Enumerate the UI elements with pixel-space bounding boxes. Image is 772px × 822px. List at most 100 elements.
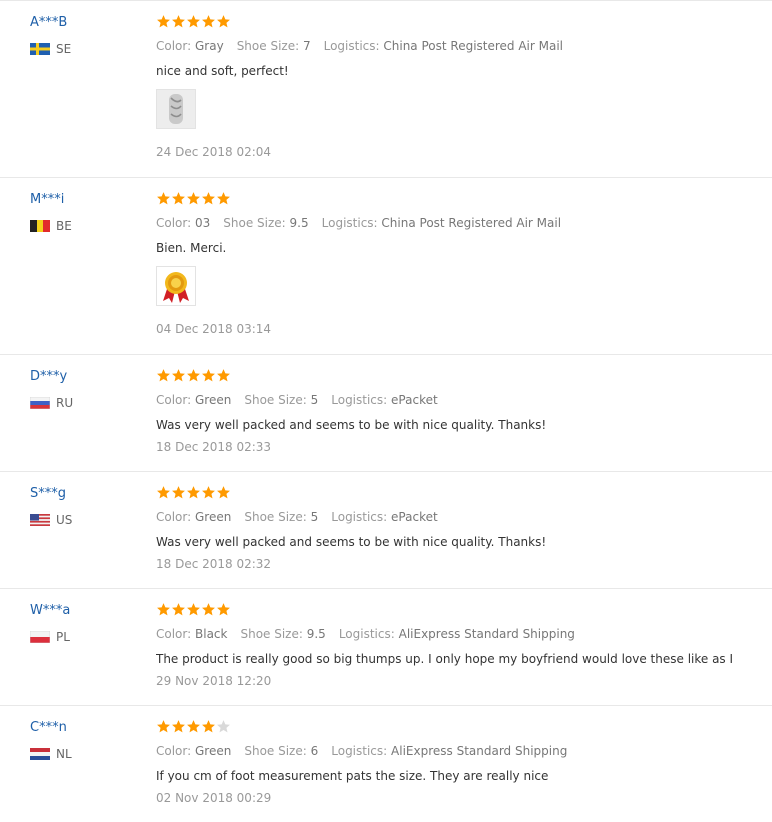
star-filled-icon: [171, 602, 186, 621]
reviewer-name[interactable]: C***n: [30, 720, 67, 735]
color-value: Green: [195, 510, 232, 524]
review-item: S***g US Color: Green Shoe Size: 5 Logistics…: [0, 471, 772, 588]
star-filled-icon: [171, 14, 186, 33]
color-label: Color:: [156, 744, 192, 758]
color-label: Color:: [156, 216, 192, 230]
reviewer-name[interactable]: D***y: [30, 369, 67, 384]
review-item: W***a PL Color: Black Shoe Size: 9.5 Logisti…: [0, 588, 772, 705]
star-filled-icon: [171, 368, 186, 387]
shoe-size-value: 9.5: [306, 627, 326, 641]
reviewer-name[interactable]: A***B: [30, 15, 67, 30]
review-date: 18 Dec 2018 02:33: [156, 440, 272, 454]
star-filled-icon: [216, 14, 231, 33]
shoe-size-value: 7: [302, 39, 311, 53]
color-value: Green: [195, 744, 232, 758]
shoe-size-label: Shoe Size:: [244, 744, 307, 758]
order-attributes: Color: Gray Shoe Size: 7 Logistics: China …: [156, 38, 576, 54]
star-filled-icon: [201, 191, 216, 210]
reviewer-country: SE: [30, 41, 140, 57]
reviewer-country: BE: [30, 218, 140, 234]
star-rating: [156, 602, 231, 620]
star-empty-icon: [216, 719, 231, 738]
star-filled-icon: [186, 602, 201, 621]
star-filled-icon: [201, 485, 216, 504]
country-code: BE: [56, 219, 72, 233]
shoe-size-value: 6: [310, 744, 319, 758]
star-filled-icon: [156, 485, 171, 504]
flag-netherlands-icon: [30, 748, 50, 760]
flag-usa-icon: [30, 514, 50, 526]
review-text: If you cm of foot measurement pats the s…: [156, 769, 549, 783]
logistics-value: China Post Registered Air Mail: [381, 216, 562, 230]
star-filled-icon: [216, 602, 231, 621]
review-item: C***n NL Color: Green Shoe Size: 6 Logistics…: [0, 705, 772, 822]
color-value: Green: [195, 393, 232, 407]
logistics-label: Logistics:: [331, 393, 388, 407]
country-code: US: [56, 513, 73, 527]
color-label: Color:: [156, 393, 192, 407]
star-filled-icon: [216, 368, 231, 387]
logistics-value: China Post Registered Air Mail: [383, 39, 564, 53]
flag-poland-icon: [30, 631, 50, 643]
shoe-size-label: Shoe Size:: [244, 510, 307, 524]
country-code: RU: [56, 396, 74, 410]
reviewer-country: NL: [30, 746, 140, 762]
shoe-size-value: 9.5: [289, 216, 309, 230]
logistics-value: AliExpress Standard Shipping: [391, 744, 568, 758]
flag-belgium-icon: [30, 220, 50, 232]
review-date: 18 Dec 2018 02:32: [156, 557, 272, 571]
review-date: 02 Nov 2018 00:29: [156, 791, 272, 805]
shoe-size-label: Shoe Size:: [244, 393, 307, 407]
reviewer-name[interactable]: W***a: [30, 603, 70, 618]
star-filled-icon: [156, 191, 171, 210]
country-code: PL: [56, 630, 70, 644]
color-label: Color:: [156, 627, 192, 641]
star-filled-icon: [201, 602, 216, 621]
shoe-size-label: Shoe Size:: [223, 216, 286, 230]
review-item: A***B SE Color: Gray Shoe Size: 7 Logistics:…: [0, 0, 772, 177]
review-date: 04 Dec 2018 03:14: [156, 322, 272, 336]
review-text: Bien. Merci.: [156, 241, 227, 255]
star-filled-icon: [186, 191, 201, 210]
star-rating: [156, 191, 231, 209]
shoe-size-label: Shoe Size:: [240, 627, 303, 641]
review-date: 29 Nov 2018 12:20: [156, 674, 272, 688]
star-rating: [156, 719, 231, 737]
star-rating: [156, 368, 231, 386]
review-item: D***y RU Color: Green Shoe Size: 5 Logistics…: [0, 354, 772, 471]
shoe-photo-thumbnail[interactable]: [156, 89, 196, 129]
star-filled-icon: [186, 485, 201, 504]
logistics-label: Logistics:: [331, 744, 388, 758]
order-attributes: Color: Green Shoe Size: 5 Logistics: ePack…: [156, 392, 451, 408]
reviewer-country: RU: [30, 395, 140, 411]
review-date: 24 Dec 2018 02:04: [156, 145, 272, 159]
order-attributes: Color: Green Shoe Size: 5 Logistics: ePack…: [156, 509, 451, 525]
reviewer-name[interactable]: S***g: [30, 486, 66, 501]
star-filled-icon: [156, 719, 171, 738]
shoe-size-value: 5: [310, 393, 319, 407]
star-filled-icon: [186, 14, 201, 33]
star-filled-icon: [171, 191, 186, 210]
flag-russia-icon: [30, 397, 50, 409]
country-code: NL: [56, 747, 72, 761]
star-filled-icon: [201, 719, 216, 738]
logistics-value: ePacket: [391, 510, 438, 524]
review-text: Was very well packed and seems to be wit…: [156, 418, 547, 432]
star-rating: [156, 485, 231, 503]
star-filled-icon: [201, 368, 216, 387]
logistics-label: Logistics:: [323, 39, 380, 53]
reviewer-name[interactable]: M***i: [30, 192, 64, 207]
review-item: M***i BE Color: 03 Shoe Size: 9.5 Logistics:…: [0, 177, 772, 354]
color-value: Black: [195, 627, 228, 641]
star-filled-icon: [171, 485, 186, 504]
star-filled-icon: [156, 602, 171, 621]
logistics-label: Logistics:: [338, 627, 395, 641]
award-medal-thumbnail[interactable]: [156, 266, 196, 306]
color-label: Color:: [156, 510, 192, 524]
order-attributes: Color: 03 Shoe Size: 9.5 Logistics: China …: [156, 215, 574, 231]
logistics-value: ePacket: [391, 393, 438, 407]
order-attributes: Color: Black Shoe Size: 9.5 Logistics: Ali…: [156, 626, 588, 642]
review-text: nice and soft, perfect!: [156, 64, 289, 78]
review-text: Was very well packed and seems to be wit…: [156, 535, 547, 549]
star-filled-icon: [156, 368, 171, 387]
